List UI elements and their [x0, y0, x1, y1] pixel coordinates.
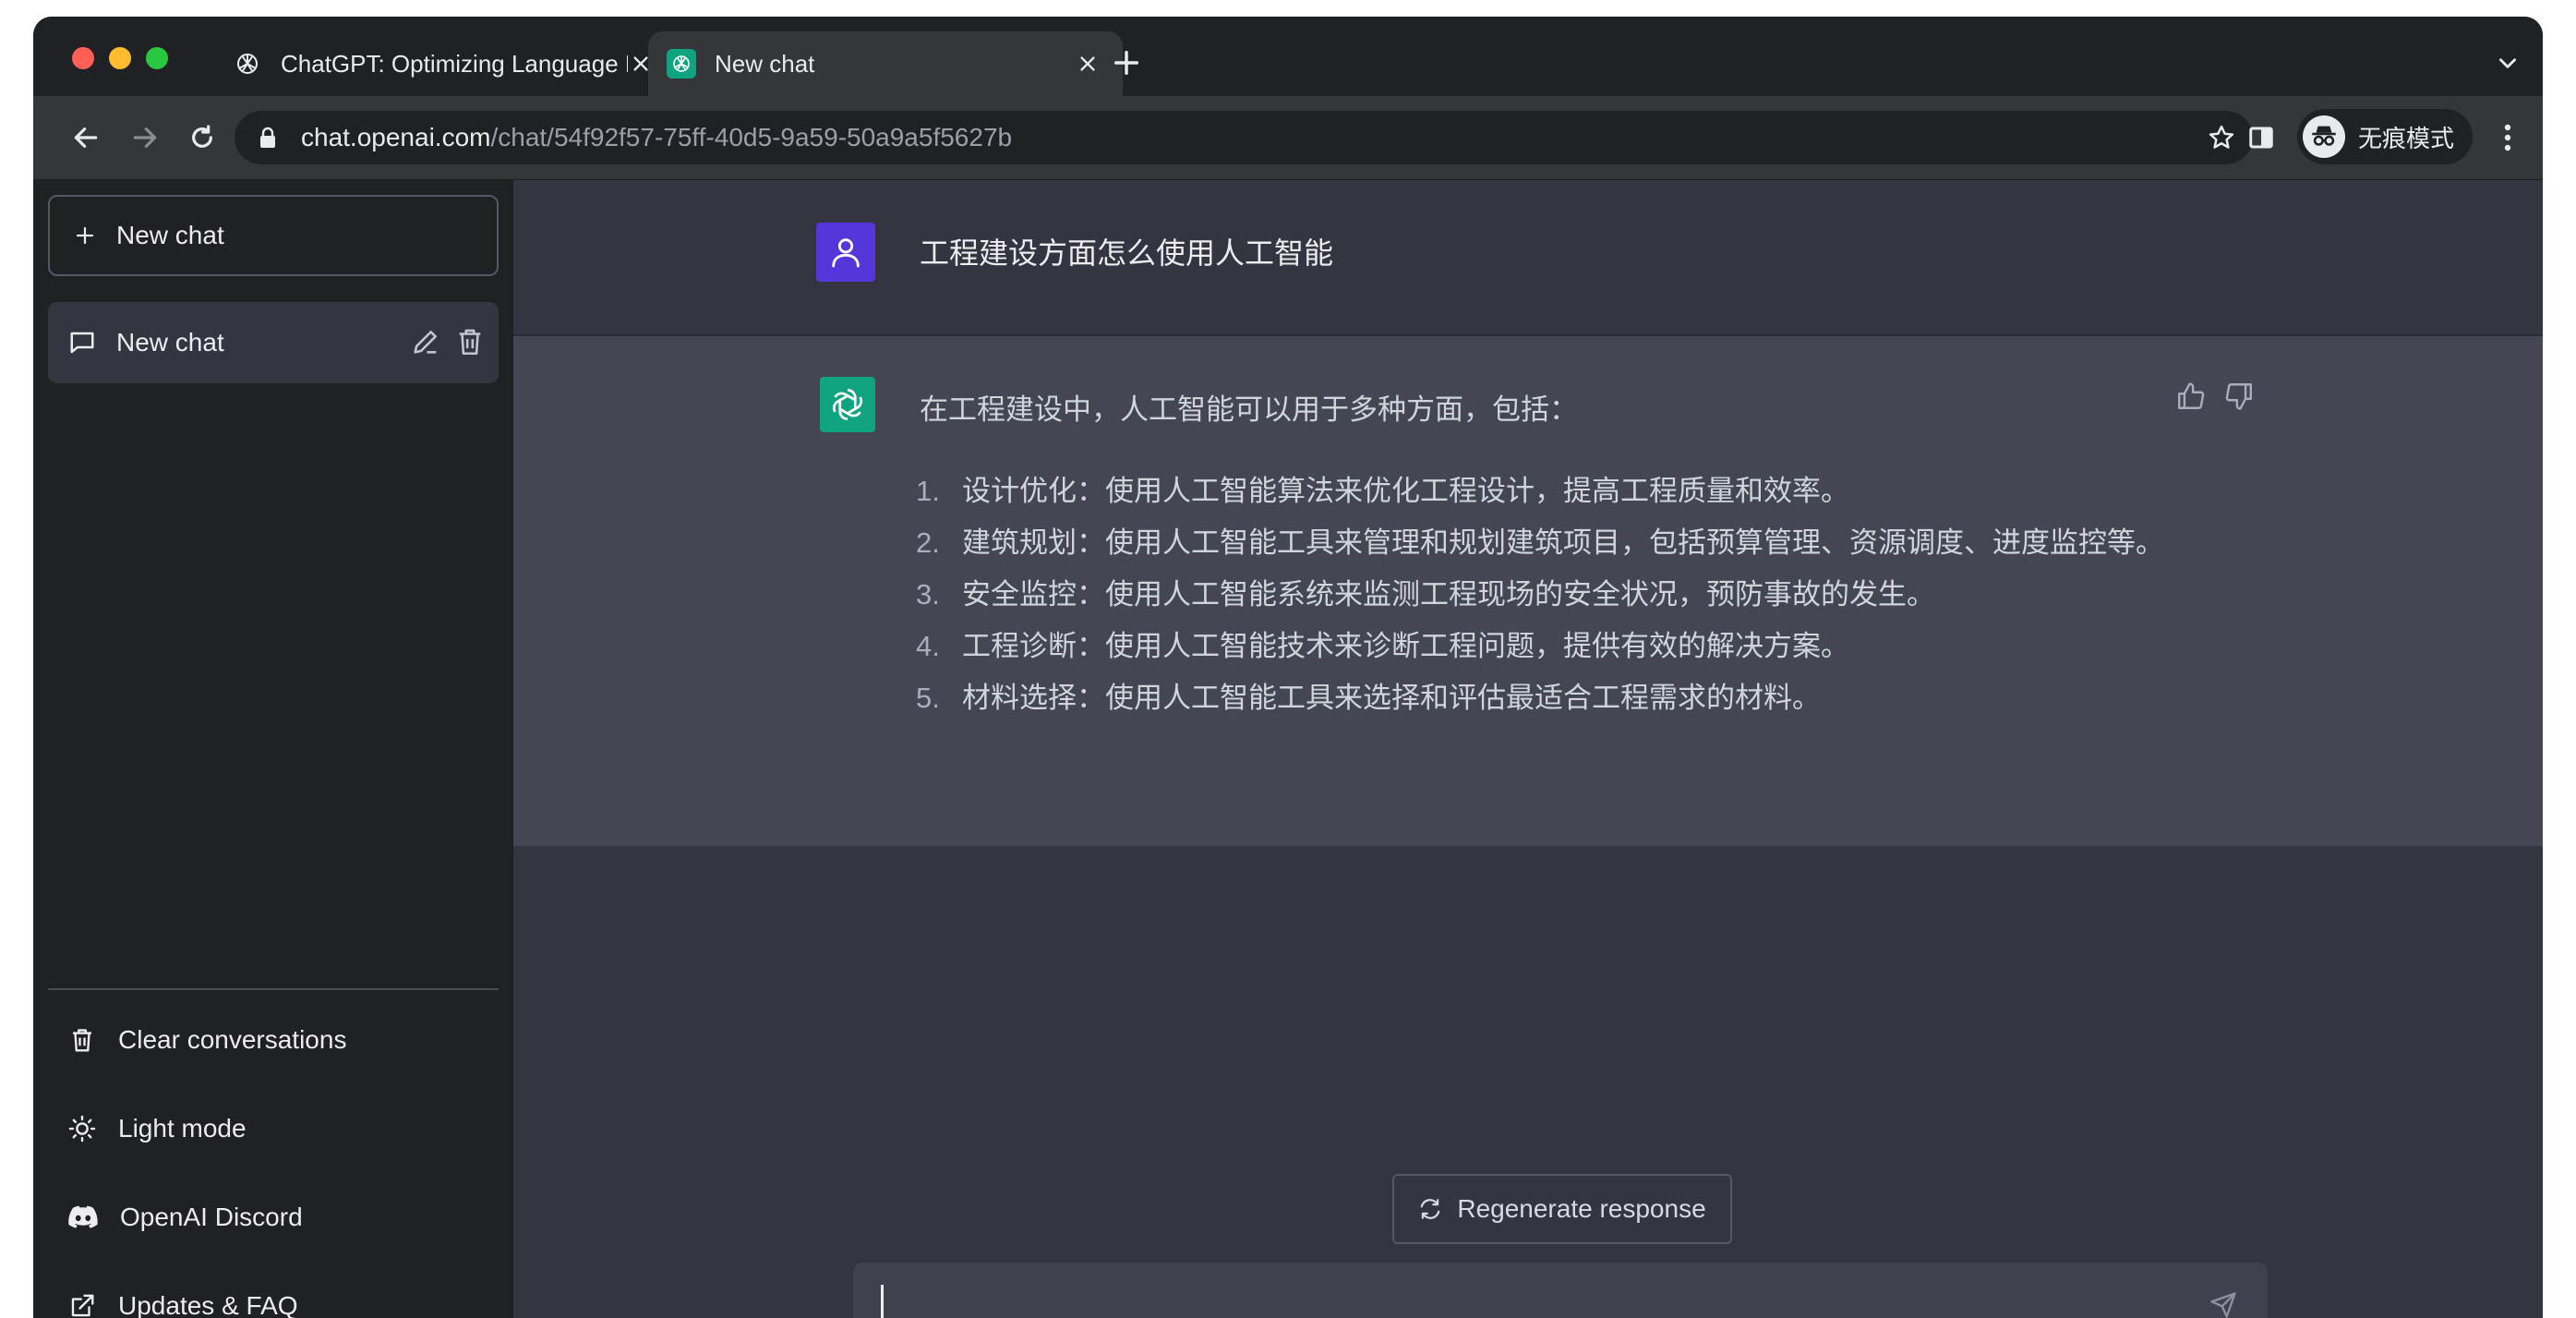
- browser-window: ChatGPT: Optimizing Language Models for …: [33, 17, 2543, 1318]
- list-item: 3. 安全监控：使用人工智能系统来监测工程现场的安全状况，预防事故的发生。: [916, 578, 1935, 611]
- message-input[interactable]: [853, 1263, 2268, 1318]
- close-window-button[interactable]: [72, 47, 94, 69]
- regenerate-response-button[interactable]: Regenerate response: [1392, 1174, 1732, 1244]
- bookmark-star-icon[interactable]: [2203, 119, 2240, 156]
- tab-title: New chat: [715, 49, 815, 78]
- light-mode-button[interactable]: Light mode: [48, 1092, 499, 1166]
- sun-icon: [68, 1115, 96, 1143]
- updates-faq-link[interactable]: Updates & FAQ: [48, 1269, 499, 1318]
- user-avatar-icon: [816, 223, 875, 282]
- send-icon[interactable]: [2205, 1287, 2242, 1318]
- assistant-intro-text: 在工程建设中，人工智能可以用于多种方面，包括：: [920, 393, 1578, 426]
- user-message-text: 工程建设方面怎么使用人工智能: [920, 236, 1334, 270]
- trash-icon: [68, 1026, 96, 1054]
- tab-close-icon[interactable]: [1075, 51, 1101, 77]
- thumbs-up-icon[interactable]: [2175, 381, 2207, 412]
- tab-strip: ChatGPT: Optimizing Language Models for …: [33, 17, 2543, 96]
- sidebar: New chat New chat Clear conversations Li…: [33, 180, 513, 1318]
- address-bar[interactable]: chat.openai.com/chat/54f92f57-75ff-40d5-…: [235, 111, 2253, 164]
- list-item: 2. 建筑规划：使用人工智能工具来管理和规划建筑项目，包括预算管理、资源调度、进度…: [916, 526, 2164, 559]
- forward-arrow-icon[interactable]: [124, 116, 166, 159]
- plus-icon: [74, 224, 96, 247]
- clear-conversations-button[interactable]: Clear conversations: [48, 1003, 499, 1077]
- incognito-label: 无痕模式: [2358, 124, 2455, 152]
- list-item: 1. 设计优化：使用人工智能算法来优化工程设计，提高工程质量和效率。: [916, 475, 1849, 507]
- sidebar-divider: [48, 988, 499, 990]
- minimize-window-button[interactable]: [109, 47, 131, 69]
- chat-main: 工程建设方面怎么使用人工智能 在工程建设中，人工智能可以用于多种方面，包括： 1: [513, 180, 2543, 1318]
- url-text: chat.openai.com/chat/54f92f57-75ff-40d5-…: [301, 123, 1013, 151]
- text-caret: [881, 1285, 884, 1318]
- trash-icon[interactable]: [454, 326, 486, 357]
- chatgpt-app: New chat New chat Clear conversations Li…: [33, 180, 2543, 1318]
- chat-bubble-icon: [68, 329, 96, 357]
- thumbs-down-icon[interactable]: [2223, 381, 2255, 412]
- assistant-message-row: 在工程建设中，人工智能可以用于多种方面，包括： 1. 设计优化：使用人工智能算法来…: [513, 336, 2543, 846]
- browser-menu-icon[interactable]: [2489, 116, 2526, 159]
- list-item: 5. 材料选择：使用人工智能工具来选择和评估最适合工程需求的材料。: [916, 682, 1821, 714]
- maximize-window-button[interactable]: [146, 47, 168, 69]
- browser-toolbar: chat.openai.com/chat/54f92f57-75ff-40d5-…: [33, 96, 2543, 180]
- incognito-profile-button[interactable]: 无痕模式: [2297, 109, 2473, 164]
- refresh-icon: [1418, 1197, 1442, 1221]
- openai-icon: [233, 49, 262, 79]
- new-chat-button[interactable]: New chat: [48, 195, 499, 276]
- back-arrow-icon[interactable]: [65, 116, 107, 159]
- openai-icon: [667, 49, 696, 79]
- tab-new-chat[interactable]: New chat: [648, 31, 1123, 96]
- pencil-icon[interactable]: [410, 326, 441, 357]
- list-item: 4. 工程诊断：使用人工智能技术来诊断工程问题，提供有效的解决方案。: [916, 630, 1849, 662]
- chat-history-item[interactable]: New chat: [48, 302, 499, 383]
- side-panel-icon[interactable]: [2240, 116, 2282, 159]
- discord-icon: [68, 1205, 98, 1229]
- openai-discord-link[interactable]: OpenAI Discord: [48, 1180, 499, 1254]
- lock-icon[interactable]: [257, 125, 279, 151]
- chatgpt-avatar-icon: [820, 377, 875, 432]
- tab-title: ChatGPT: Optimizing Language Models for …: [281, 49, 628, 78]
- assistant-list: 1. 设计优化：使用人工智能算法来优化工程设计，提高工程质量和效率。 2. 建筑规划…: [916, 466, 2166, 724]
- tab-chatgpt-optimizing[interactable]: ChatGPT: Optimizing Language Models for …: [214, 31, 676, 96]
- new-chat-label: New chat: [116, 221, 224, 249]
- external-link-icon: [68, 1292, 96, 1318]
- new-tab-plus-icon[interactable]: [1108, 44, 1145, 81]
- user-message-row: 工程建设方面怎么使用人工智能: [513, 180, 2543, 336]
- tab-search-chevron-icon[interactable]: [2489, 44, 2526, 81]
- chat-title: New chat: [116, 328, 224, 357]
- reload-icon[interactable]: [181, 116, 223, 159]
- incognito-icon: [2303, 115, 2345, 158]
